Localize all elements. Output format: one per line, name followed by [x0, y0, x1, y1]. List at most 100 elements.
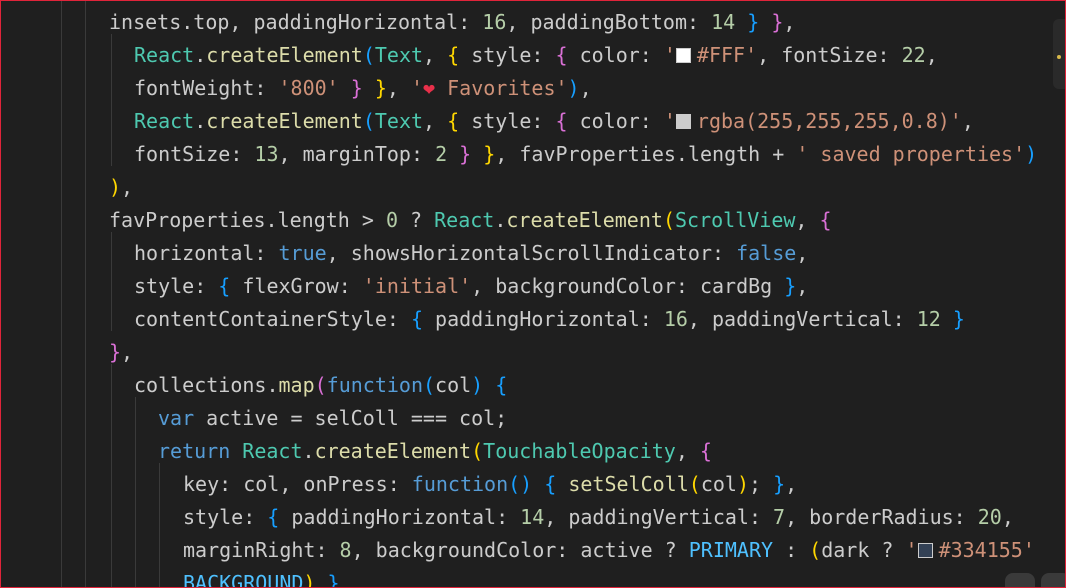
- code-token: ,: [925, 43, 938, 67]
- code-token: , backgroundColor: active ?: [351, 538, 689, 562]
- code-token: ): [471, 373, 484, 397]
- code-token: , fontSize:: [757, 43, 902, 67]
- code-line[interactable]: ),: [109, 171, 133, 204]
- code-token: React: [134, 109, 195, 133]
- code-token: ': [663, 109, 676, 133]
- code-token: createElement: [206, 43, 363, 67]
- code-token: ,: [783, 10, 796, 34]
- code-token: style:: [134, 274, 219, 298]
- code-token: , favProperties.length +: [495, 142, 797, 166]
- code-token: React: [434, 208, 495, 232]
- code-token: , paddingBottom:: [506, 10, 712, 34]
- code-token: }: [747, 10, 760, 34]
- code-token: insets.top, paddingHorizontal:: [109, 10, 483, 34]
- code-token: , borderRadius:: [785, 505, 978, 529]
- code-token: marginRight:: [183, 538, 340, 562]
- code-token: , paddingVertical:: [544, 505, 774, 529]
- code-token: color:: [567, 43, 664, 67]
- more-icon[interactable]: [1041, 573, 1065, 587]
- code-token: (: [688, 472, 701, 496]
- code-line[interactable]: fontWeight: '800' } }, '❤ Favorites'),: [134, 72, 592, 105]
- edit-icon[interactable]: [1005, 573, 1035, 587]
- code-line[interactable]: collections.map(function(col) {: [134, 369, 507, 402]
- code-line[interactable]: fontSize: 13, marginTop: 2 } }, favPrope…: [134, 138, 1037, 171]
- code-token: (: [362, 43, 375, 67]
- code-token: dark ?: [821, 538, 906, 562]
- code-token: paddingHorizontal:: [279, 505, 521, 529]
- code-line[interactable]: React.createElement(Text, { style: { col…: [134, 105, 974, 138]
- code-token: :: [773, 538, 810, 562]
- warning-marker-icon: [1057, 55, 1061, 59]
- code-token: ,: [675, 439, 700, 463]
- code-editor[interactable]: insets.top, paddingHorizontal: 16, paddi…: [1, 1, 1065, 587]
- code-token: fontWeight:: [134, 76, 279, 100]
- code-line[interactable]: contentContainerStyle: { paddingHorizont…: [134, 303, 965, 336]
- minimap-scroll-marker[interactable]: [1053, 19, 1065, 89]
- code-token: contentContainerStyle:: [134, 307, 411, 331]
- code-line[interactable]: var active = selColl === col;: [158, 402, 507, 435]
- code-token: }: [952, 307, 965, 331]
- code-token: 8: [339, 538, 352, 562]
- code-token: ': [411, 76, 424, 100]
- code-line[interactable]: },: [109, 336, 133, 369]
- color-swatch-icon[interactable]: [675, 114, 691, 129]
- code-line[interactable]: React.createElement(Text, { style: { col…: [134, 39, 938, 72]
- code-line[interactable]: return React.createElement(TouchableOpac…: [158, 435, 712, 468]
- code-token: 7: [773, 505, 786, 529]
- code-token: ): [109, 175, 122, 199]
- code-token: ): [1025, 142, 1038, 166]
- code-token: {: [699, 439, 712, 463]
- code-line[interactable]: style: { flexGrow: 'initial', background…: [134, 270, 808, 303]
- code-token: ,: [423, 43, 448, 67]
- code-token: }: [327, 571, 340, 588]
- code-token: favProperties.length >: [109, 208, 386, 232]
- code-token: 'initial': [362, 274, 472, 298]
- code-token: ): [567, 76, 580, 100]
- code-token: {: [267, 505, 280, 529]
- code-token: React: [134, 43, 195, 67]
- code-line[interactable]: key: col, onPress: function() { setSelCo…: [183, 468, 797, 501]
- code-token: collections.: [134, 373, 279, 397]
- code-token: }: [483, 142, 496, 166]
- color-swatch-icon[interactable]: [917, 543, 933, 558]
- code-token: ' saved properties': [796, 142, 1026, 166]
- code-token: Favorites': [435, 76, 568, 100]
- code-token: .: [194, 43, 207, 67]
- code-token: }: [773, 472, 786, 496]
- code-token: {: [218, 274, 231, 298]
- code-token: #FFF': [696, 43, 758, 67]
- code-token: ,: [785, 472, 798, 496]
- code-token: ): [736, 472, 749, 496]
- code-line[interactable]: horizontal: true, showsHorizontalScrollI…: [134, 237, 808, 270]
- code-token: 2: [435, 142, 448, 166]
- code-token: 14: [711, 10, 736, 34]
- code-line[interactable]: marginRight: 8, backgroundColor: active …: [183, 534, 1035, 567]
- color-swatch-icon[interactable]: [675, 48, 691, 63]
- code-token: , marginTop:: [278, 142, 436, 166]
- code-token: ': [905, 538, 918, 562]
- code-token: .: [302, 439, 315, 463]
- code-token: Text: [374, 43, 424, 67]
- code-line[interactable]: favProperties.length > 0 ? React.createE…: [109, 204, 832, 237]
- code-token: (: [662, 208, 675, 232]
- code-token: {: [447, 43, 460, 67]
- code-line[interactable]: BACKGROUND) },: [183, 567, 352, 588]
- indent-guide: [111, 34, 112, 166]
- code-token: {: [495, 373, 508, 397]
- indent-guide: [135, 397, 136, 587]
- code-token: (: [471, 439, 484, 463]
- code-token: }: [374, 76, 387, 100]
- code-token: , showsHorizontalScrollIndicator:: [326, 241, 737, 265]
- code-token: 13: [254, 142, 279, 166]
- code-line[interactable]: insets.top, paddingHorizontal: 16, paddi…: [109, 6, 795, 39]
- code-line[interactable]: style: { paddingHorizontal: 14, paddingV…: [183, 501, 1014, 534]
- code-token: ,: [1001, 505, 1014, 529]
- code-token: fontSize:: [134, 142, 255, 166]
- indent-guide: [159, 463, 160, 587]
- code-token: , backgroundColor: cardBg: [471, 274, 785, 298]
- code-token: }: [784, 274, 797, 298]
